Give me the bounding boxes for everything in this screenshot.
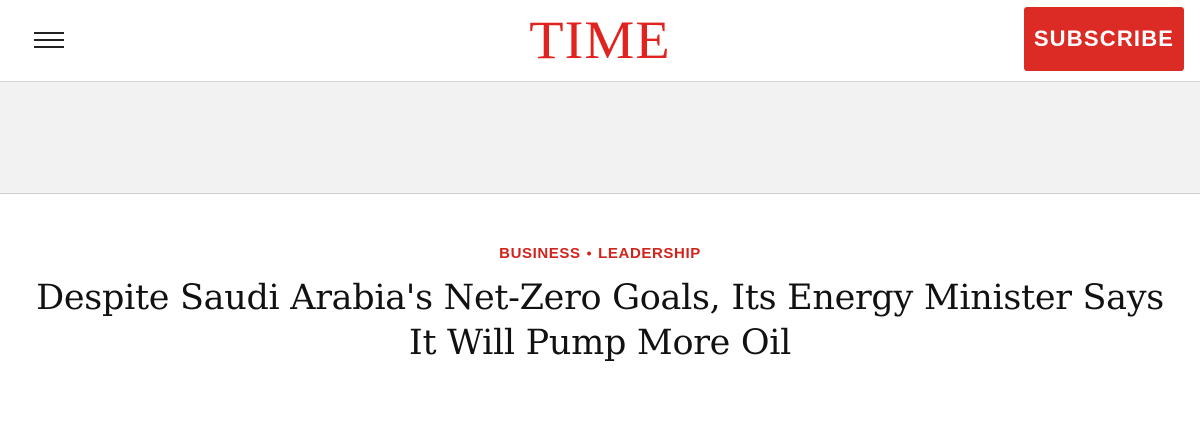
article-headline: Despite Saudi Arabia's Net-Zero Goals, I… <box>36 278 1164 363</box>
article-header: BUSINESS • LEADERSHIP Despite Saudi Arabia… <box>0 194 1200 366</box>
category-link-leadership[interactable]: LEADERSHIP <box>598 245 701 262</box>
site-header: TIME SUBSCRIBE <box>0 0 1200 82</box>
logo-text: TIME <box>529 10 671 70</box>
subscribe-button[interactable]: SUBSCRIBE <box>1024 7 1184 71</box>
time-logo[interactable]: TIME <box>0 10 1200 70</box>
ad-placeholder <box>0 82 1200 194</box>
category-breadcrumb: BUSINESS • LEADERSHIP <box>0 243 1200 264</box>
category-link-business[interactable]: BUSINESS <box>499 245 581 262</box>
category-separator: • <box>586 245 593 261</box>
